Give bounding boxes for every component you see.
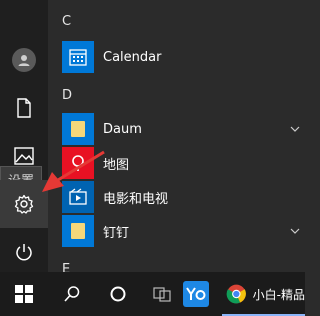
cortana-circle-icon <box>110 286 126 302</box>
taskbar: 小白-精品 <box>0 272 305 316</box>
search-button[interactable] <box>48 272 96 316</box>
start-button[interactable] <box>0 272 48 316</box>
annotation-arrow <box>42 150 105 192</box>
chrome-window-title: 小白-精品 <box>252 287 305 302</box>
cortana-button[interactable] <box>94 272 142 316</box>
yo-app-icon <box>183 281 209 307</box>
yo-app-button[interactable] <box>172 272 220 316</box>
windows-logo-icon <box>15 285 33 303</box>
chrome-icon <box>226 284 246 304</box>
task-view-icon <box>153 287 171 302</box>
search-icon <box>64 286 80 302</box>
chrome-taskbar-button[interactable]: 小白-精品 <box>222 272 305 316</box>
